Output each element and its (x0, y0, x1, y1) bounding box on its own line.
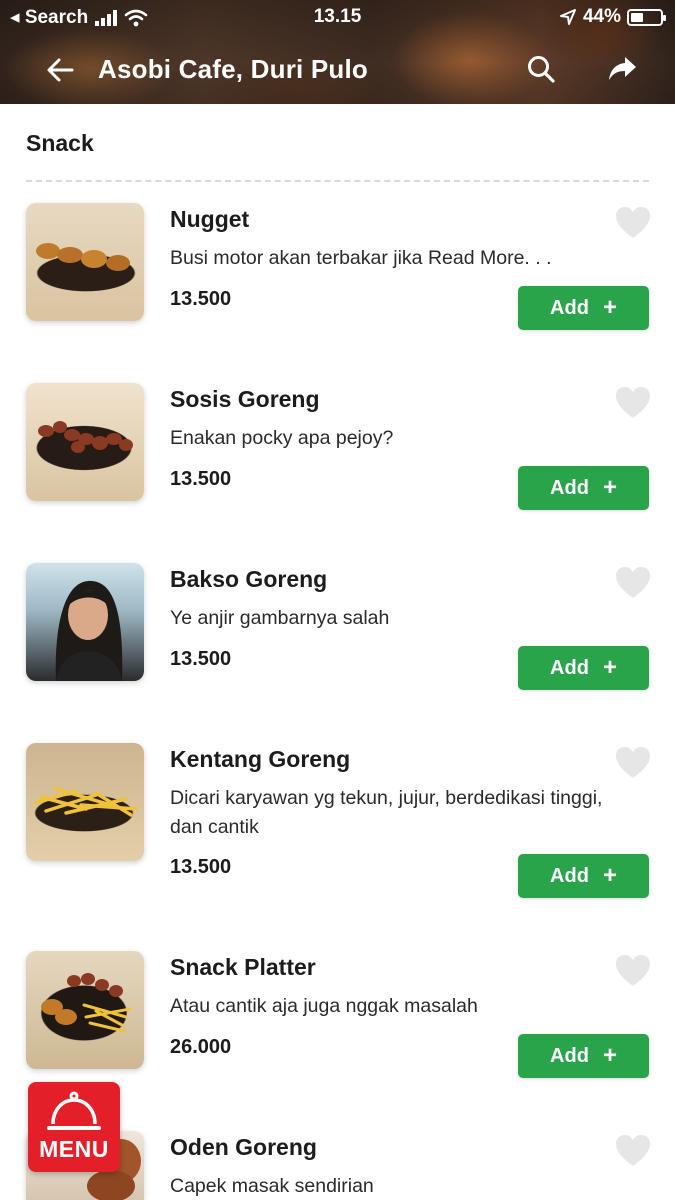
item-description[interactable]: Enakan pocky apa pejoy? (170, 424, 650, 453)
location-arrow-icon (559, 9, 576, 25)
search-icon[interactable] (526, 54, 556, 84)
add-button[interactable]: Add + (518, 1034, 649, 1078)
menu-button[interactable]: MENU (28, 1082, 120, 1172)
back-arrow-icon[interactable] (44, 54, 76, 86)
item-description-line: Ye anjir gambarnya salah (170, 607, 390, 629)
item-description-line: Busi motor akan terbakar jika Read More.… (170, 247, 552, 269)
restaurant-title: Asobi Cafe, Duri Pulo (98, 54, 369, 84)
item-description[interactable]: Capek masak sendirian (170, 1172, 650, 1200)
add-button[interactable]: Add + (518, 646, 649, 690)
item-name: Snack Platter (170, 954, 316, 980)
cloche-icon (47, 1091, 101, 1130)
item-description[interactable]: Atau cantik aja juga nggak masalah (170, 992, 650, 1021)
plus-icon: + (602, 862, 617, 889)
plus-icon: + (602, 474, 617, 501)
favorite-heart-icon[interactable] (614, 745, 652, 781)
add-button[interactable]: Add + (518, 286, 649, 330)
fries-photo[interactable] (26, 743, 144, 861)
item-name: Sosis Goreng (170, 386, 320, 412)
fries-illustration (34, 787, 138, 817)
sausage-illustration (38, 421, 133, 453)
item-price: 26.000 (170, 1036, 232, 1058)
item-price: 13.500 (170, 856, 232, 878)
item-name: Nugget (170, 206, 250, 232)
favorite-heart-icon[interactable] (614, 205, 652, 241)
plus-icon: + (602, 294, 617, 321)
plus-icon: + (602, 654, 617, 681)
item-description[interactable]: Busi motor akan terbakar jika Read More.… (170, 244, 650, 273)
add-button-label: Add (550, 476, 589, 499)
nugget-photo[interactable] (26, 203, 144, 321)
favorite-heart-icon[interactable] (614, 565, 652, 601)
add-button[interactable]: Add + (518, 466, 649, 510)
item-description[interactable]: Ye anjir gambarnya salah (170, 604, 650, 633)
item-description-line: Atau cantik aja juga nggak masalah (170, 995, 478, 1017)
menu-button-label: MENU (39, 1136, 109, 1162)
section-title: Snack (26, 130, 94, 156)
nugget-illustration (36, 243, 130, 271)
add-button[interactable]: Add + (518, 854, 649, 898)
favorite-heart-icon[interactable] (614, 1133, 652, 1169)
add-button-label: Add (550, 656, 589, 679)
item-price: 13.500 (170, 648, 232, 670)
favorite-heart-icon[interactable] (614, 385, 652, 421)
sausage-photo[interactable] (26, 383, 144, 501)
item-description-line: dan cantik (170, 816, 259, 838)
battery-icon (627, 8, 666, 26)
item-price: 13.500 (170, 468, 232, 490)
item-price: 13.500 (170, 288, 232, 310)
add-button-label: Add (550, 864, 589, 887)
plus-icon: + (602, 1042, 617, 1069)
item-description-line: Enakan pocky apa pejoy? (170, 427, 394, 449)
add-button-label: Add (550, 296, 589, 319)
person-photo[interactable] (26, 563, 144, 681)
battery-percent: 44% (582, 6, 621, 27)
status-bar: ◂ Search 13.15 44% (0, 4, 675, 30)
platter-illustration (41, 973, 132, 1033)
item-name: Kentang Goreng (170, 746, 351, 772)
share-icon[interactable] (606, 54, 638, 84)
battery-fill (631, 12, 643, 22)
item-name: Bakso Goreng (170, 566, 328, 592)
restaurant-header: ◂ Search 13.15 44% Asobi Cafe, Duri Pulo (0, 0, 675, 104)
platter-photo[interactable] (26, 951, 144, 1069)
nav-bar: Asobi Cafe, Duri Pulo (0, 48, 675, 96)
status-right: 44% (559, 6, 666, 28)
person-illustration (55, 580, 123, 681)
item-description[interactable]: Dicari karyawan yg tekun, jujur, berdedi… (170, 784, 650, 842)
item-description-line: Capek masak sendirian (170, 1175, 374, 1197)
add-button-label: Add (550, 1044, 589, 1067)
favorite-heart-icon[interactable] (614, 953, 652, 989)
section-divider (26, 180, 649, 182)
item-name: Oden Goreng (170, 1134, 317, 1160)
item-description-line: Dicari karyawan yg tekun, jujur, berdedi… (170, 787, 603, 809)
